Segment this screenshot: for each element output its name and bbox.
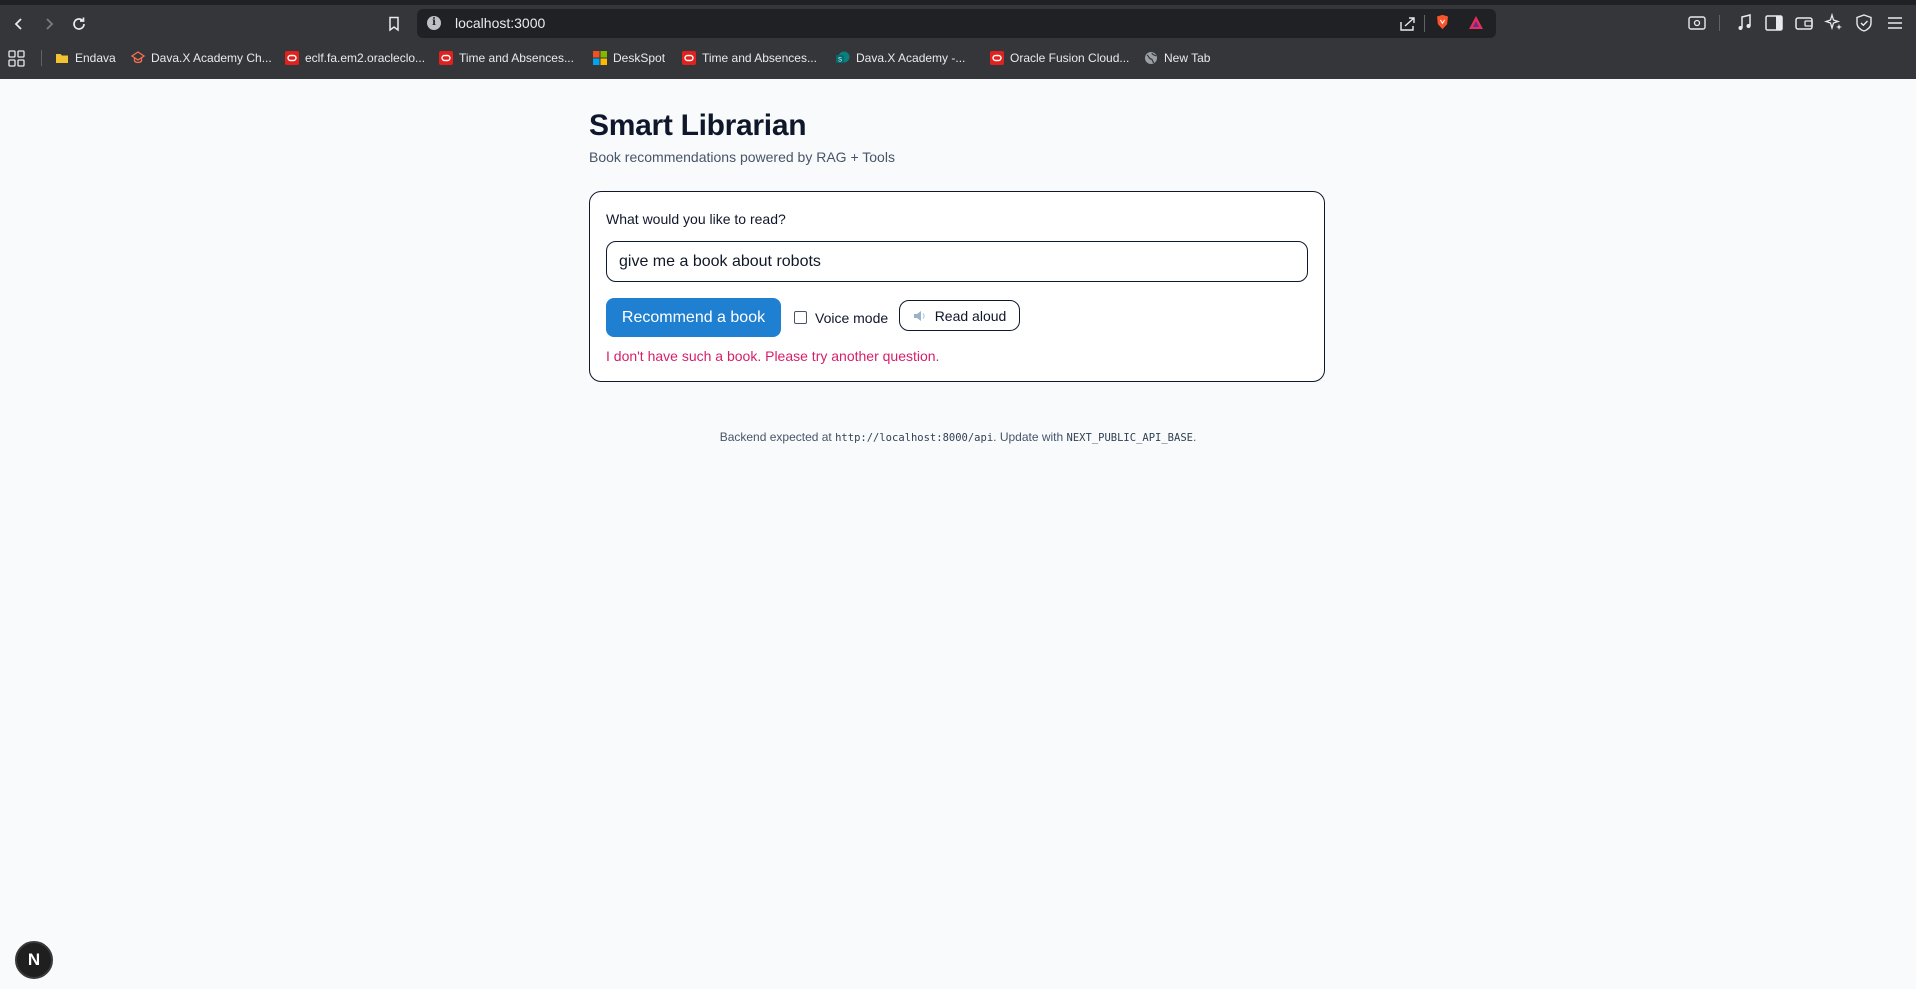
bookmark-page-button[interactable]	[381, 11, 407, 37]
browser-chrome: i localhost:3000 Endava Dava.X Academy C…	[0, 0, 1916, 79]
address-bar[interactable]: i localhost:3000	[417, 9, 1496, 38]
query-label: What would you like to read?	[606, 211, 786, 227]
backend-note-prefix: Backend expected at	[719, 430, 836, 444]
globe-icon	[1145, 52, 1157, 64]
brave-rewards-icon[interactable]	[1468, 15, 1484, 31]
bookmark-label: New Tab	[1164, 51, 1211, 65]
vpn-icon[interactable]	[1854, 13, 1874, 33]
env-var-name: NEXT_PUBLIC_API_BASE	[1066, 432, 1193, 444]
share-icon[interactable]	[1399, 16, 1417, 32]
reload-button[interactable]	[66, 11, 92, 37]
bookmark-label: DeskSpot	[613, 51, 666, 65]
oracle-icon	[682, 51, 696, 65]
bookmark-label: Time and Absences...	[459, 51, 574, 65]
nextjs-dev-tools-button[interactable]: N	[15, 941, 53, 979]
tab-search-icon[interactable]	[1687, 13, 1707, 33]
bookmark-label: Time and Absences...	[702, 51, 817, 65]
bookmarks-bar: Endava Dava.X Academy Ch... eclf.fa.em2.…	[0, 45, 1916, 71]
back-icon	[14, 18, 22, 30]
back-button[interactable]	[6, 11, 32, 37]
read-aloud-label: Read aloud	[934, 307, 1007, 324]
forward-icon	[46, 18, 54, 30]
query-input[interactable]	[606, 241, 1308, 282]
page-content: Smart Librarian Book recommendations pow…	[0, 79, 1916, 989]
bookmark-item[interactable]: eclf.fa.em2.oracleclo...	[285, 45, 425, 71]
url-divider	[1424, 15, 1425, 32]
backend-note: Backend expected at http://localhost:800…	[0, 430, 1916, 444]
bookmark-item[interactable]: Endava	[55, 45, 116, 71]
bookmark-item[interactable]: Time and Absences...	[439, 45, 574, 71]
brave-shields-icon[interactable]	[1434, 14, 1451, 30]
folder-icon	[56, 54, 68, 63]
media-icon[interactable]	[1735, 13, 1755, 33]
reload-icon	[73, 17, 85, 30]
sharepoint-icon: S	[836, 51, 850, 64]
bookmark-item[interactable]: DeskSpot	[593, 45, 665, 71]
site-info-icon[interactable]: i	[427, 16, 441, 30]
page-title: Smart Librarian	[589, 109, 807, 142]
page-subtitle: Book recommendations powered by RAG + To…	[589, 149, 895, 165]
leo-ai-icon[interactable]	[1824, 13, 1844, 33]
bookmark-item[interactable]: S Dava.X Academy -...	[836, 45, 965, 71]
backend-note-suffix: .	[1192, 430, 1197, 444]
forward-button[interactable]	[36, 11, 62, 37]
bookmark-label: Dava.X Academy Ch...	[151, 51, 272, 65]
toolbar-divider	[1719, 15, 1720, 31]
voice-mode-label: Voice mode	[815, 309, 889, 326]
oracle-icon	[990, 51, 1004, 65]
voice-mode-toggle[interactable]: Voice mode	[794, 298, 888, 337]
bookmark-item[interactable]: Dava.X Academy Ch...	[131, 45, 272, 71]
voice-mode-checkbox[interactable]	[794, 311, 807, 324]
tab-strip	[0, 0, 1916, 5]
speaker-icon	[913, 310, 925, 321]
bookmark-item[interactable]: Time and Absences...	[682, 45, 817, 71]
read-aloud-button[interactable]: Read aloud	[899, 300, 1020, 331]
svg-text:S: S	[838, 58, 842, 64]
bookmark-label: Endava	[75, 51, 116, 65]
oracle-icon	[439, 51, 453, 65]
recommend-button[interactable]: Recommend a book	[606, 298, 781, 337]
microsoft-icon	[593, 51, 607, 65]
oracle-icon	[285, 51, 299, 65]
bookmark-label: eclf.fa.em2.oracleclo...	[305, 51, 426, 65]
backend-url: http://localhost:8000/api	[835, 432, 994, 444]
sidebar-icon[interactable]	[1764, 13, 1784, 33]
nextjs-logo-icon: N	[27, 950, 41, 969]
hamburger-menu-icon	[1888, 17, 1902, 29]
error-message: I don't have such a book. Please try ano…	[606, 348, 940, 364]
address-url[interactable]: localhost:3000	[455, 15, 545, 31]
backend-note-middle: . Update with	[993, 430, 1067, 444]
academy-icon	[131, 51, 145, 64]
recommendation-card: What would you like to read? Recommend a…	[589, 191, 1325, 382]
bookmark-item[interactable]: Oracle Fusion Cloud...	[990, 45, 1129, 71]
bookmark-icon	[389, 16, 399, 32]
bookmark-item[interactable]: New Tab	[1144, 45, 1210, 71]
wallet-icon[interactable]	[1794, 13, 1814, 33]
bookmark-label: Dava.X Academy -...	[856, 51, 966, 65]
menu-button[interactable]	[1886, 14, 1904, 37]
bookmark-label: Oracle Fusion Cloud...	[1010, 51, 1130, 65]
